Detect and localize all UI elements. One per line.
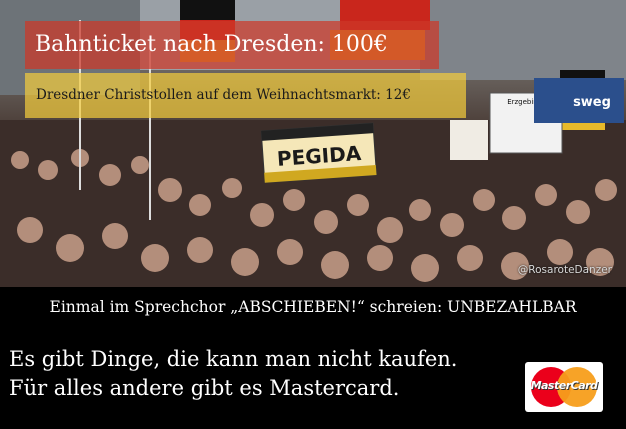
price-line-ticket: Bahnticket nach Dresden: 100€	[25, 21, 439, 69]
price-line-stollen: Dresdner Christstollen auf dem Weihnacht…	[25, 73, 466, 118]
mastercard-logo-text: MasterCard	[530, 379, 598, 392]
crowd-photo: PEGIDA Erzgebirge sweg Bahnticket nach D…	[0, 0, 626, 287]
meme-image: PEGIDA Erzgebirge sweg Bahnticket nach D…	[0, 0, 626, 429]
tagline-line-2: Für alles andere gibt es Mastercard.	[9, 376, 400, 400]
photo-watermark: @RosaroteDanzer	[517, 264, 612, 276]
tagline-line-1: Es gibt Dinge, die kann man nicht kaufen…	[9, 347, 458, 371]
tagline: Es gibt Dinge, die kann man nicht kaufen…	[9, 345, 457, 403]
sign-text-blue: sweg	[573, 95, 611, 110]
mastercard-logo: MasterCard	[525, 362, 603, 412]
priceless-line: Einmal im Sprechchor „ABSCHIEBEN!“ schre…	[49, 298, 577, 316]
